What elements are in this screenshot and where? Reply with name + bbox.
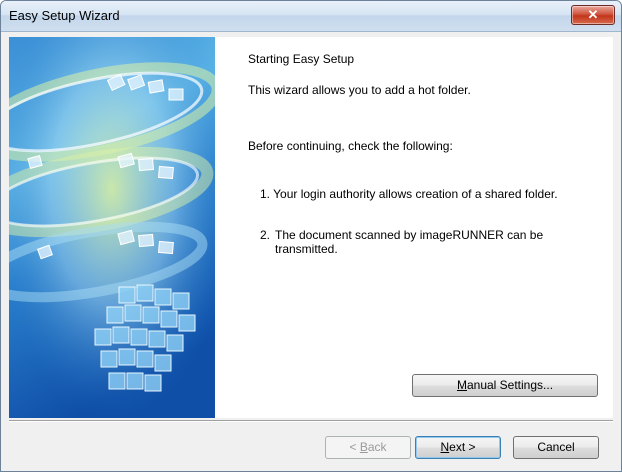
manual-settings-label: anual Settings... xyxy=(466,378,554,392)
wizard-banner-image xyxy=(9,37,215,418)
close-icon: ✕ xyxy=(587,7,599,22)
next-button[interactable]: Next > xyxy=(415,436,501,459)
window-title: Easy Setup Wizard xyxy=(9,8,120,23)
check-intro-text: Before continuing, check the following: xyxy=(248,139,453,153)
list-item: 1. Your login authority allows creation … xyxy=(260,187,558,201)
back-prefix: < xyxy=(349,440,360,454)
intro-text: This wizard allows you to add a hot fold… xyxy=(248,83,471,97)
next-mnemonic: N xyxy=(440,440,450,454)
manual-settings-mnemonic: M xyxy=(456,378,467,392)
page-heading: Starting Easy Setup xyxy=(248,52,355,66)
list-item-text: The document scanned by imageRUNNER can … xyxy=(275,228,544,256)
list-item-text: Your login authority allows creation of … xyxy=(273,187,558,201)
close-button[interactable]: ✕ xyxy=(571,5,615,25)
next-label: ext > xyxy=(449,440,476,454)
cancel-button[interactable]: Cancel xyxy=(513,436,599,459)
list-item-number: 1. xyxy=(260,187,271,201)
back-button[interactable]: < Back xyxy=(325,436,411,459)
list-item-number: 2. xyxy=(260,228,271,242)
wizard-page: Starting Easy Setup This wizard allows y… xyxy=(9,37,613,418)
wizard-body: Starting Easy Setup This wizard allows y… xyxy=(9,32,613,470)
wizard-window: Easy Setup Wizard ✕ Starting Easy Setup … xyxy=(0,0,622,472)
back-mnemonic: B xyxy=(359,440,368,454)
back-label: ack xyxy=(367,440,387,454)
separator xyxy=(9,420,613,422)
title-bar[interactable]: Easy Setup Wizard ✕ xyxy=(1,1,621,32)
manual-settings-button[interactable]: Manual Settings... xyxy=(412,374,598,397)
